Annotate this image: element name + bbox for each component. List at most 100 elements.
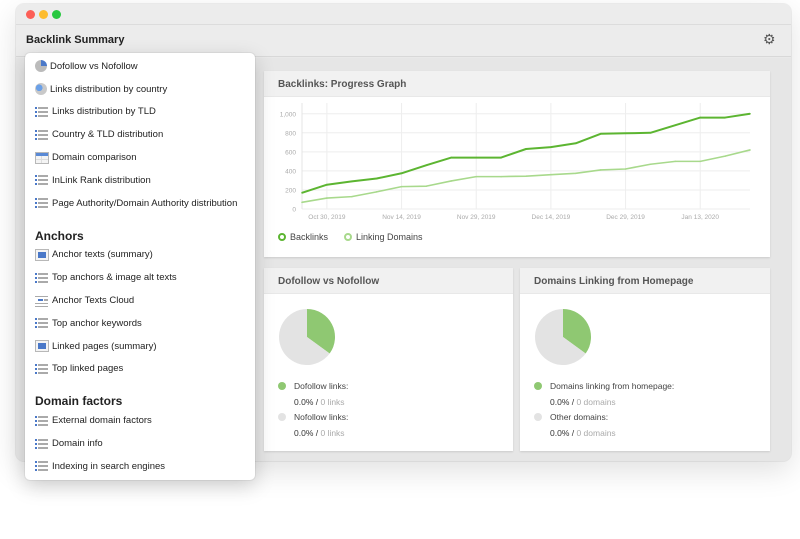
- menu-item-label: InLink Rank distribution: [52, 174, 151, 186]
- menu-item-links-distribution-by-country[interactable]: Links distribution by country: [25, 78, 255, 101]
- homepage-pie-chart: [535, 309, 591, 365]
- menu-item-label: Top anchors & image alt texts: [52, 272, 177, 284]
- data-point: [500, 156, 502, 159]
- menu-item-label: Top linked pages: [52, 363, 124, 375]
- stat-label: Other domains:: [550, 412, 609, 422]
- data-point: [749, 112, 751, 115]
- data-point: [326, 183, 328, 186]
- zoom-window-button[interactable]: [52, 10, 61, 19]
- menu-item-top-anchors-image-alt-texts[interactable]: Top anchors & image alt texts: [25, 266, 255, 289]
- data-point: [525, 175, 527, 177]
- list-icon: [35, 271, 49, 284]
- menu-item-label: External domain factors: [52, 415, 152, 427]
- menu-section-heading: Domain factors: [35, 394, 123, 409]
- menu-item-top-linked-pages[interactable]: Top linked pages: [25, 358, 255, 381]
- menu-item-label: Anchor texts (summary): [52, 249, 153, 261]
- data-point: [674, 124, 677, 126]
- menu-item-label: Linked pages (summary): [52, 340, 157, 352]
- menu-item-links-distribution-by-tld[interactable]: Links distribution by TLD: [25, 101, 255, 124]
- data-point: [649, 132, 652, 134]
- stat-percent: 0.0%: [294, 428, 314, 438]
- dofollow-vs-nofollow-card: Dofollow vs Nofollow Dofollow links: 0.0…: [264, 268, 513, 451]
- gear-icon[interactable]: ⚙: [763, 32, 777, 46]
- title-bar: [16, 4, 791, 25]
- data-point: [674, 160, 677, 163]
- stat-percent: 0.0%: [550, 397, 570, 407]
- menu-item-domain-comparison[interactable]: Domain comparison: [25, 146, 255, 169]
- stat-count: 0 links: [320, 397, 345, 407]
- stat-count: 0 links: [320, 428, 345, 438]
- data-point: [724, 155, 726, 157]
- menu-item-anchor-texts-summary[interactable]: Anchor texts (summary): [25, 244, 255, 267]
- menu-item-dofollow-vs-nofollow[interactable]: Dofollow vs Nofollow: [25, 55, 255, 78]
- data-point: [749, 149, 751, 151]
- menu-item-country-tld-distribution[interactable]: Country & TLD distribution: [25, 123, 255, 146]
- menu-item-external-domain-factors[interactable]: External domain factors: [25, 409, 255, 432]
- data-point: [301, 201, 303, 204]
- y-tick-label: 0: [292, 207, 296, 214]
- data-point: [649, 163, 652, 166]
- menu-item-linked-pages-summary[interactable]: Linked pages (summary): [25, 335, 255, 358]
- list-icon: [35, 128, 49, 141]
- menu-item-indexing-in-search-engines[interactable]: Indexing in search engines: [25, 455, 255, 478]
- table-icon: [35, 151, 49, 164]
- x-tick-label: Nov 14, 2019: [382, 214, 421, 221]
- list-icon: [35, 414, 49, 427]
- dofollow-card-title: Dofollow vs Nofollow: [264, 268, 513, 294]
- menu-item-page-authority-domain-authority-distribution[interactable]: Page Authority/Domain Authority distribu…: [25, 192, 255, 215]
- data-point: [425, 164, 428, 166]
- domains-linking-from-homepage-card: Domains Linking from Homepage Domains li…: [520, 268, 770, 451]
- data-point: [400, 185, 403, 188]
- x-tick-label: Oct 30, 2019: [308, 214, 346, 221]
- menu-item-label: Indexing in search engines: [52, 460, 166, 472]
- data-point: [475, 175, 478, 178]
- series-line-backlinks: [301, 112, 751, 194]
- data-point: [525, 148, 527, 150]
- globe-icon: [35, 83, 47, 96]
- menu-item-domain-info[interactable]: Domain info: [25, 432, 255, 455]
- menu-item-label: Dofollow vs Nofollow: [50, 60, 138, 72]
- data-point: [599, 132, 602, 135]
- homepage-domains-stat: Domains linking from homepage: 0.0% / 0 …: [534, 381, 674, 407]
- stat-label: Nofollow links:: [294, 412, 349, 422]
- menu-item-top-anchor-keywords[interactable]: Top anchor keywords: [25, 312, 255, 335]
- data-point: [550, 173, 552, 176]
- menu-item-label: Links distribution by TLD: [52, 106, 156, 118]
- summary-box-icon: [35, 248, 49, 261]
- x-tick-label: Dec 14, 2019: [532, 214, 571, 221]
- data-point: [375, 177, 378, 180]
- list-icon: [35, 437, 49, 450]
- list-icon: [35, 105, 49, 118]
- tag-cloud-icon: [35, 294, 49, 307]
- data-point: [375, 191, 378, 193]
- data-point: [724, 116, 726, 119]
- menu-item-label: Links distribution by country: [50, 83, 168, 95]
- stat-count: 0 domains: [576, 397, 616, 407]
- menu-item-inlink-rank-distribution[interactable]: InLink Rank distribution: [25, 169, 255, 192]
- legend-item-linking-domains[interactable]: Linking Domains: [344, 232, 423, 242]
- dofollow-legend-dot: [278, 382, 286, 390]
- menu-item-label: Top anchor keywords: [52, 317, 142, 329]
- data-point: [574, 142, 577, 145]
- data-point: [450, 156, 453, 159]
- data-point: [350, 195, 353, 198]
- data-point: [599, 169, 602, 171]
- homepage-card-title: Domains Linking from Homepage: [520, 268, 770, 294]
- list-icon: [35, 460, 49, 473]
- nofollow-legend-dot: [278, 413, 286, 421]
- menu-item-label: Domain info: [52, 438, 103, 450]
- x-tick-label: Dec 29, 2019: [606, 214, 645, 221]
- dofollow-stat: Dofollow links: 0.0% / 0 links: [278, 381, 348, 407]
- data-point: [350, 180, 353, 183]
- menu-item-anchor-texts-cloud[interactable]: Anchor Texts Cloud: [25, 289, 255, 312]
- close-window-button[interactable]: [26, 10, 35, 19]
- data-point: [624, 168, 627, 170]
- data-point: [699, 160, 702, 163]
- other-domains-legend-dot: [534, 413, 542, 421]
- legend-label: Linking Domains: [356, 232, 423, 242]
- legend-item-backlinks[interactable]: Backlinks: [278, 232, 328, 242]
- data-point: [400, 172, 403, 175]
- data-point: [550, 146, 552, 148]
- minimize-window-button[interactable]: [39, 10, 48, 19]
- stat-count: 0 domains: [576, 428, 616, 438]
